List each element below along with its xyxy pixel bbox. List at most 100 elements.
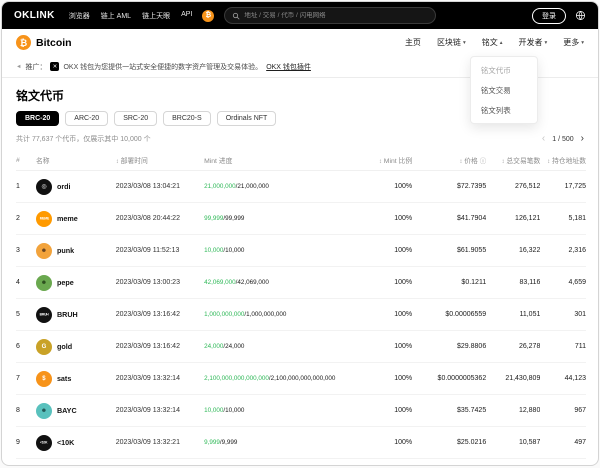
dropdown-item-inscription-transactions[interactable]: 铭文交易 <box>471 80 537 100</box>
prev-page-button[interactable]: ‹ <box>542 134 545 144</box>
chevron-down-icon: ▾ <box>544 40 547 46</box>
token-name[interactable]: BAYC <box>57 406 77 415</box>
price: $0.1211 <box>412 267 486 299</box>
promo-tag: 推广： <box>25 62 46 72</box>
token-name[interactable]: punk <box>57 246 74 255</box>
mint-ratio: 100% <box>364 331 412 363</box>
subnav-item-blockchain[interactable]: 区块链 ▾ <box>437 37 466 48</box>
token-icon: BRUH <box>36 307 52 323</box>
token-name[interactable]: ordi <box>57 182 71 191</box>
sort-icon: ↕ <box>379 159 382 165</box>
row-index: 2 <box>16 203 36 235</box>
table-row[interactable]: 8 ☻ BAYC 2023/03/09 13:32:14 10,000/10,0… <box>16 395 586 427</box>
nav-explorer[interactable]: 浏览器 <box>69 11 90 21</box>
tx-count: 10,587 <box>486 427 540 459</box>
tx-count: 276,512 <box>486 171 540 203</box>
table-row[interactable]: 5 BRUH BRUH 2023/03/09 13:16:42 1,000,00… <box>16 299 586 331</box>
subnav-item-more[interactable]: 更多 ▾ <box>563 37 584 48</box>
token-icon: ◎ <box>36 179 52 195</box>
holders: 967 <box>540 395 586 427</box>
tab-brc20s[interactable]: BRC20-S <box>163 111 211 126</box>
token-name[interactable]: pepe <box>57 278 74 287</box>
mint-progress: 99,999/99,999 <box>204 203 364 235</box>
bitcoin-icon: ₿ <box>16 35 31 50</box>
login-button[interactable]: 登录 <box>532 8 566 24</box>
tx-count: 26,278 <box>486 331 540 363</box>
table-row[interactable]: 3 ☻ punk 2023/03/09 11:52:13 10,000/10,0… <box>16 235 586 267</box>
header-holders[interactable]: ↕ 持仓地址数 <box>540 149 586 171</box>
table-row[interactable]: 9 <10K <10K 2023/03/09 13:32:21 9,999/9,… <box>16 427 586 459</box>
deploy-time: 2023/03/08 13:04:21 <box>116 171 204 203</box>
price: $35.7425 <box>412 395 486 427</box>
table-row[interactable]: 1 ◎ ordi 2023/03/08 13:04:21 21,000,000/… <box>16 171 586 203</box>
mint-progress: 21,000,000/21,000,000 <box>204 171 364 203</box>
token-name[interactable]: BRUH <box>57 310 78 319</box>
holders: 5,181 <box>540 203 586 235</box>
holders: 4,659 <box>540 267 586 299</box>
nav-onchain-aml[interactable]: 链上 AML <box>101 11 131 21</box>
price: $0.0000005362 <box>412 363 486 395</box>
token-name[interactable]: <10K <box>57 438 74 447</box>
tab-brc20[interactable]: BRC-20 <box>16 111 59 126</box>
table-row[interactable]: 6 G gold 2023/03/09 13:16:42 24,000/24,0… <box>16 331 586 363</box>
mint-ratio: 100% <box>364 235 412 267</box>
token-name[interactable]: meme <box>57 214 78 223</box>
deploy-time: 2023/03/09 11:52:13 <box>116 235 204 267</box>
token-icon: G <box>36 339 52 355</box>
row-index: 3 <box>16 235 36 267</box>
sort-icon: ↕ <box>459 159 462 165</box>
topbar-right: 登录 <box>532 8 586 24</box>
search-bar[interactable] <box>224 7 436 24</box>
subnav-item-inscriptions[interactable]: 铭文 ▴ 铭文代币 铭文交易 铭文列表 <box>482 37 503 48</box>
holders: 497 <box>540 427 586 459</box>
table-row[interactable]: 7 $ sats 2023/03/09 13:32:14 2,100,000,0… <box>16 363 586 395</box>
mint-ratio: 100% <box>364 203 412 235</box>
token-name[interactable]: sats <box>57 374 71 383</box>
dropdown-item-inscription-tokens[interactable]: 铭文代币 <box>471 60 537 80</box>
token-count-summary: 共计 77,637 个代币，仅展示其中 10,000 个 <box>16 134 151 144</box>
subnav-item-home[interactable]: 主页 <box>405 37 421 48</box>
tab-ordinals-nft[interactable]: Ordinals NFT <box>217 111 277 126</box>
tx-count: 83,116 <box>486 267 540 299</box>
info-icon[interactable]: ⓘ <box>480 158 487 165</box>
header-tx-count[interactable]: ↕ 总交易笔数 <box>486 149 540 171</box>
chevron-up-icon: ▴ <box>500 40 503 46</box>
token-icon: <10K <box>36 435 52 451</box>
subnav-items: 主页 区块链 ▾ 铭文 ▴ 铭文代币 铭文交易 铭文列表 开发者 ▾ 更多 <box>405 37 584 48</box>
deploy-time: 2023/03/09 13:16:42 <box>116 331 204 363</box>
nav-api[interactable]: API <box>181 11 192 21</box>
promo-text: OKX 钱包为您提供一站式安全便捷的数字资产管理及交易体验。 <box>63 62 262 72</box>
inscriptions-dropdown: 铭文代币 铭文交易 铭文列表 <box>470 56 538 124</box>
tab-src20[interactable]: SRC-20 <box>114 111 157 126</box>
globe-icon[interactable] <box>575 10 586 21</box>
table-row[interactable]: 4 ☻ pepe 2023/03/09 13:00:23 42,069,000/… <box>16 267 586 299</box>
chevron-down-icon: ▾ <box>463 40 466 46</box>
deploy-time: 2023/03/09 13:16:42 <box>116 299 204 331</box>
token-name[interactable]: gold <box>57 342 72 351</box>
dropdown-item-inscription-list[interactable]: 铭文列表 <box>471 100 537 120</box>
row-index: 4 <box>16 267 36 299</box>
search-input[interactable] <box>244 12 428 19</box>
subnav-item-developers[interactable]: 开发者 ▾ <box>518 37 547 48</box>
mint-progress: 24,000/24,000 <box>204 331 364 363</box>
page-indicator: 1 / 500 <box>552 136 573 143</box>
table-row[interactable]: 2 MEME meme 2023/03/08 20:44:22 99,999/9… <box>16 203 586 235</box>
holders: 711 <box>540 331 586 363</box>
next-page-button[interactable]: › <box>581 134 584 144</box>
header-deploy-time[interactable]: ↕ 部署时间 <box>116 149 204 171</box>
nav-onchain-eye[interactable]: 链上天眼 <box>142 11 170 21</box>
tab-arc20[interactable]: ARC-20 <box>65 111 108 126</box>
btc-coin-icon[interactable]: ₿ <box>202 10 214 22</box>
pagination: ‹ 1 / 500 › <box>542 134 584 144</box>
mint-ratio: 100% <box>364 427 412 459</box>
header-index: # <box>16 149 36 171</box>
mint-ratio: 100% <box>364 299 412 331</box>
header-price[interactable]: ↕ 价格 ⓘ <box>412 149 486 171</box>
row-index: 5 <box>16 299 36 331</box>
sort-icon: ↕ <box>547 159 550 165</box>
holders: 301 <box>540 299 586 331</box>
promo-link[interactable]: OKX 钱包插件 <box>266 62 311 72</box>
table-header-row: # 名称 ↕ 部署时间 Mint 进度 ↕ Mint 比例 ↕ 价格 ⓘ ↕ 总… <box>16 149 586 171</box>
top-nav: 浏览器 链上 AML 链上天眼 API <box>69 11 193 21</box>
header-mint-ratio[interactable]: ↕ Mint 比例 <box>364 149 412 171</box>
